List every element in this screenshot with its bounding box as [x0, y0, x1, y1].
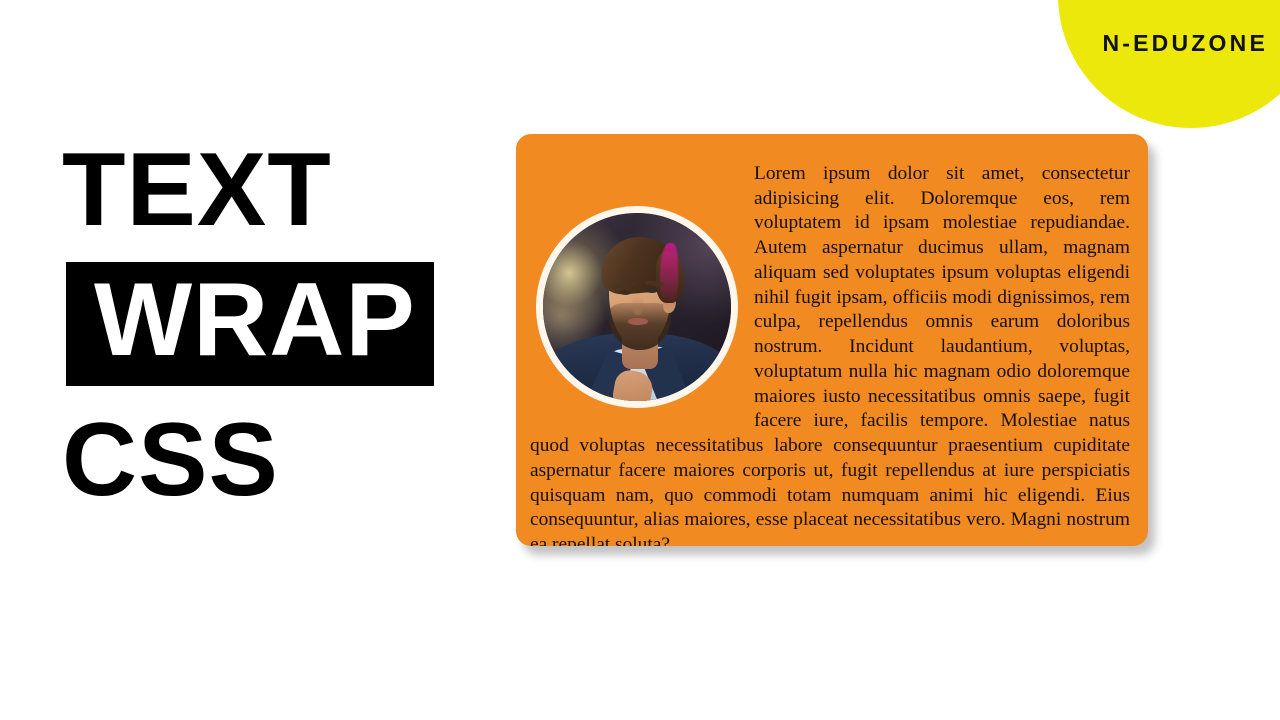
brand-badge-shape	[1058, 0, 1280, 128]
photo-eye-right	[646, 288, 658, 294]
photo-nose	[632, 295, 644, 315]
page-title: TEXT WRAP CSS	[60, 132, 490, 518]
avatar-photo	[543, 213, 731, 401]
brand-logo-text: N-EDUZONE	[1102, 30, 1268, 56]
headline-line-css: CSS	[62, 401, 279, 518]
photo-mouth	[627, 318, 649, 325]
headline-line-text: TEXT	[62, 132, 332, 248]
avatar	[536, 206, 738, 408]
text-wrap-demo-card: Lorem ipsum dolor sit amet, consectetur …	[516, 134, 1148, 546]
headline-line-wrap-highlight: WRAP	[66, 261, 434, 386]
slide-canvas: N-EDUZONE TEXT WRAP CSS Lorem ipsum dolo…	[0, 0, 1280, 720]
photo-pink-highlight	[659, 243, 679, 307]
